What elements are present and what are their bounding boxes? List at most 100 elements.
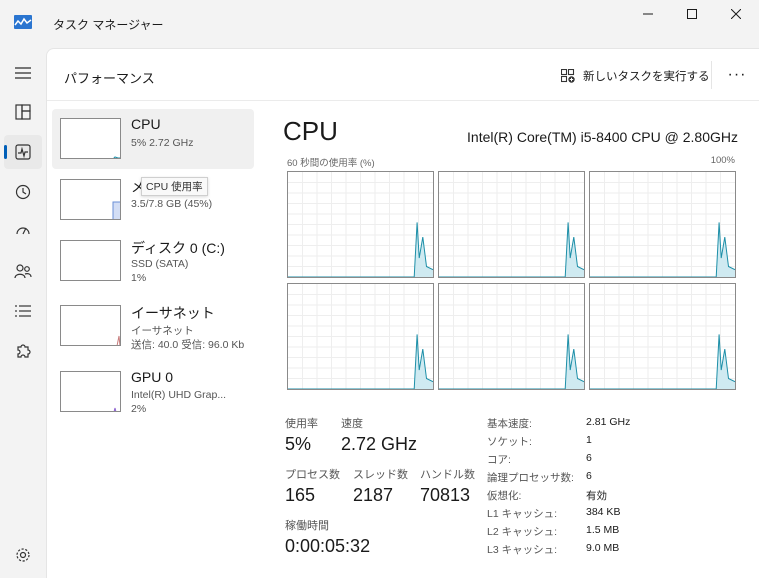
- title-bar: タスク マネージャー: [0, 0, 759, 48]
- device-name: GPU 0: [131, 369, 174, 385]
- spec-label: ソケット:: [487, 436, 532, 448]
- minimize-icon: [643, 13, 653, 15]
- spec-label: コア:: [487, 454, 511, 466]
- performance-icon: [15, 144, 31, 160]
- new-task-icon: [561, 69, 575, 83]
- spec-value: 1.5 MB: [586, 524, 620, 536]
- device-detail: SSD (SATA): [131, 258, 189, 270]
- speed-value: 2.72 GHz: [341, 434, 418, 454]
- maximize-icon: [687, 9, 697, 19]
- threads-label: スレッド数: [353, 469, 408, 481]
- processes-value: 165: [285, 485, 316, 505]
- core-graph-canvas: [439, 284, 584, 389]
- utilization-value: 5%: [285, 434, 312, 454]
- core-graph: [438, 171, 585, 278]
- spec-label: 仮想化:: [487, 490, 522, 502]
- nav-processes[interactable]: [4, 95, 42, 129]
- nav-settings[interactable]: [4, 538, 42, 572]
- device-name: イーサネット: [131, 305, 215, 321]
- nav-details[interactable]: [4, 294, 42, 328]
- memory-thumbnail-graph: [60, 179, 121, 220]
- page-header: パフォーマンス 新しいタスクを実行する ···: [47, 49, 759, 101]
- run-new-task-label: 新しいタスクを実行する: [583, 71, 710, 83]
- tooltip: CPU 使用率: [141, 177, 208, 196]
- graph-max-label: 100%: [710, 155, 735, 166]
- history-icon: [15, 184, 31, 200]
- spec-label: 基本速度:: [487, 418, 532, 430]
- device-throughput: 送信: 40.0 受信: 96.0 Kb: [131, 339, 245, 351]
- core-graph: [589, 171, 736, 278]
- core-graph: [287, 171, 434, 278]
- maximize-button[interactable]: [669, 0, 715, 28]
- device-cpu[interactable]: CPU 5% 2.72 GHz: [52, 109, 254, 169]
- cpu-model: Intel(R) Core(TM) i5-8400 CPU @ 2.80GHz: [467, 129, 738, 145]
- device-ethernet[interactable]: イーサネット イーサネット 送信: 40.0 受信: 96.0 Kb: [52, 296, 254, 356]
- close-button[interactable]: [713, 0, 759, 28]
- handles-value: 70813: [420, 485, 471, 505]
- device-detail: イーサネット: [131, 325, 194, 337]
- core-graph-canvas: [288, 172, 433, 277]
- core-graph-canvas: [439, 172, 584, 277]
- task-manager-icon: [14, 15, 32, 29]
- core-graph-canvas: [590, 172, 735, 277]
- core-graph: [438, 283, 585, 390]
- gpu-thumbnail-graph: [60, 371, 121, 412]
- page-title: パフォーマンス: [64, 71, 155, 86]
- list-icon: [15, 305, 31, 317]
- detail-title: CPU: [283, 116, 338, 146]
- users-icon: [14, 264, 32, 279]
- header-divider: [711, 61, 712, 89]
- spec-value: 有効: [586, 490, 607, 502]
- threads-value: 2187: [353, 485, 394, 505]
- spec-value: 384 KB: [586, 506, 621, 518]
- nav-app-history[interactable]: [4, 175, 42, 209]
- puzzle-icon: [17, 344, 31, 358]
- processes-icon: [15, 104, 31, 120]
- device-gpu[interactable]: GPU 0 Intel(R) UHD Grap... 2%: [52, 362, 254, 422]
- device-detail: 3.5/7.8 GB (45%): [131, 198, 213, 210]
- spec-label: L1 キャッシュ:: [487, 508, 558, 520]
- spec-value: 2.81 GHz: [586, 416, 631, 428]
- cpu-thumbnail-graph: [60, 118, 121, 159]
- gear-icon: [16, 548, 30, 562]
- device-usage: 2%: [131, 403, 147, 415]
- core-graph-canvas: [590, 284, 735, 389]
- nav-services[interactable]: [4, 334, 42, 368]
- device-detail: Intel(R) UHD Grap...: [131, 389, 227, 401]
- minimize-button[interactable]: [625, 0, 671, 28]
- window-title: タスク マネージャー: [53, 18, 164, 32]
- hamburger-icon: [15, 67, 31, 79]
- spec-value: 1: [586, 434, 592, 446]
- core-graph-canvas: [288, 284, 433, 389]
- nav-users[interactable]: [4, 254, 42, 288]
- handles-label: ハンドル数: [420, 469, 475, 481]
- uptime-value: 0:00:05:32: [285, 536, 371, 556]
- disk-thumbnail-graph: [60, 240, 121, 281]
- nav-performance[interactable]: [4, 135, 42, 169]
- speedometer-icon: [16, 227, 30, 235]
- spec-label: L2 キャッシュ:: [487, 526, 558, 538]
- more-options-button[interactable]: ···: [723, 63, 751, 87]
- core-graph: [287, 283, 434, 390]
- spec-value: 9.0 MB: [586, 542, 620, 554]
- hamburger-menu-button[interactable]: [4, 56, 42, 90]
- nav-startup-apps[interactable]: [4, 214, 42, 248]
- device-usage: 1%: [131, 272, 147, 284]
- utilization-label: 使用率: [285, 418, 318, 430]
- spec-label: 論理プロセッサ数:: [487, 472, 574, 484]
- uptime-label: 稼働時間: [285, 520, 329, 532]
- run-new-task-button[interactable]: 新しいタスクを実行する: [561, 66, 710, 86]
- device-detail: 5% 2.72 GHz: [131, 137, 194, 149]
- speed-label: 速度: [341, 418, 363, 430]
- spec-value: 6: [586, 452, 592, 464]
- close-icon: [731, 9, 741, 19]
- processes-label: プロセス数: [285, 469, 340, 481]
- device-name: CPU: [131, 116, 161, 132]
- spec-value: 6: [586, 470, 592, 482]
- spec-label: L3 キャッシュ:: [487, 544, 558, 556]
- graph-axis-label: 60 秒間の使用率 (%): [287, 158, 375, 169]
- device-name: ディスク 0 (C:): [131, 240, 225, 256]
- device-disk[interactable]: ディスク 0 (C:) SSD (SATA) 1%: [52, 231, 254, 291]
- nav-rail: [0, 48, 46, 578]
- ethernet-thumbnail-graph: [60, 305, 121, 346]
